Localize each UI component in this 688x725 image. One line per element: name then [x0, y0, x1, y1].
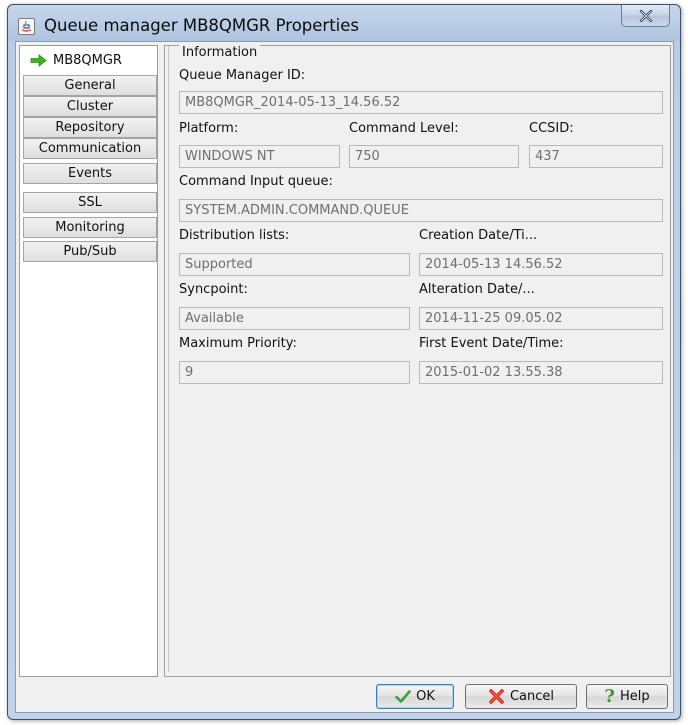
red-x-icon — [488, 689, 505, 704]
cancel-button[interactable]: Cancel — [465, 684, 577, 709]
help-button[interactable]: ? Help — [586, 684, 668, 709]
nav-item-label: SSL — [78, 195, 102, 210]
first-event-label: First Event Date/Time: — [419, 336, 564, 351]
help-label: Help — [619, 689, 650, 704]
group-title: Information — [179, 45, 261, 60]
dialog-client: MB8QMGR General Cluster Repository Commu… — [15, 41, 674, 713]
qmgr-id-field[interactable]: MB8QMGR_2014-05-13_14.56.52 — [179, 91, 663, 114]
command-input-field[interactable]: SYSTEM.ADMIN.COMMAND.QUEUE — [179, 199, 663, 222]
command-level-label: Command Level: — [349, 121, 459, 136]
syncpoint-field[interactable]: Available — [179, 307, 410, 330]
ccsid-label: CCSID: — [529, 121, 574, 136]
nav-item-label: Monitoring — [55, 220, 125, 235]
syncpoint-label: Syncpoint: — [179, 282, 248, 297]
distribution-lists-field[interactable]: Supported — [179, 253, 410, 276]
nav-item-ssl[interactable]: SSL — [23, 192, 157, 213]
qmgr-id-label: Queue Manager ID: — [179, 68, 306, 83]
creation-date-field[interactable]: 2014-05-13 14.56.52 — [419, 253, 663, 276]
group-border — [168, 46, 665, 672]
nav-item-label: Communication — [38, 141, 142, 156]
window-title: Queue manager MB8QMGR Properties — [44, 16, 360, 35]
creation-date-label: Creation Date/Ti... — [419, 228, 538, 243]
category-navigation: MB8QMGR General Cluster Repository Commu… — [19, 45, 158, 677]
nav-item-cluster[interactable]: Cluster — [23, 96, 157, 117]
nav-item-communication[interactable]: Communication — [23, 138, 157, 159]
nav-item-events[interactable]: Events — [23, 163, 157, 184]
nav-item-mb8qmgr[interactable]: MB8QMGR — [23, 50, 157, 71]
command-input-label: Command Input queue: — [179, 174, 333, 189]
ok-button[interactable]: OK — [376, 684, 454, 709]
first-event-field[interactable]: 2015-01-02 13.55.38 — [419, 361, 663, 384]
nav-item-monitoring[interactable]: Monitoring — [23, 217, 157, 238]
nav-item-label: General — [64, 78, 116, 93]
max-priority-field[interactable]: 9 — [179, 361, 410, 384]
properties-window: Queue manager MB8QMGR Properties MB8QMGR… — [7, 4, 681, 720]
green-arrow-icon — [30, 54, 47, 67]
information-panel: Information Queue Manager ID: MB8QMGR_20… — [164, 45, 671, 677]
alteration-date-label: Alteration Date/... — [419, 282, 535, 297]
nav-item-pubsub[interactable]: Pub/Sub — [23, 241, 157, 262]
checkmark-icon — [395, 690, 411, 703]
platform-field[interactable]: WINDOWS NT — [179, 145, 340, 168]
nav-item-label: Events — [67, 166, 112, 181]
title-bar[interactable]: Queue manager MB8QMGR Properties — [8, 5, 680, 41]
ccsid-field[interactable]: 437 — [529, 145, 663, 168]
nav-item-general[interactable]: General — [23, 75, 157, 96]
nav-item-label: Repository — [55, 120, 125, 135]
close-button[interactable] — [621, 5, 670, 27]
close-icon — [639, 9, 652, 22]
question-mark-icon: ? — [604, 685, 615, 707]
nav-item-label: MB8QMGR — [53, 53, 122, 68]
cancel-label: Cancel — [509, 689, 555, 704]
nav-item-label: Cluster — [66, 99, 114, 114]
command-level-field[interactable]: 750 — [349, 145, 519, 168]
nav-item-label: Pub/Sub — [63, 244, 117, 259]
ok-label: OK — [416, 689, 435, 704]
max-priority-label: Maximum Priority: — [179, 336, 297, 351]
distribution-lists-label: Distribution lists: — [179, 228, 290, 243]
platform-label: Platform: — [179, 121, 239, 136]
nav-item-repository[interactable]: Repository — [23, 117, 157, 138]
alteration-date-field[interactable]: 2014-11-25 09.05.02 — [419, 307, 663, 330]
java-icon — [18, 18, 35, 35]
